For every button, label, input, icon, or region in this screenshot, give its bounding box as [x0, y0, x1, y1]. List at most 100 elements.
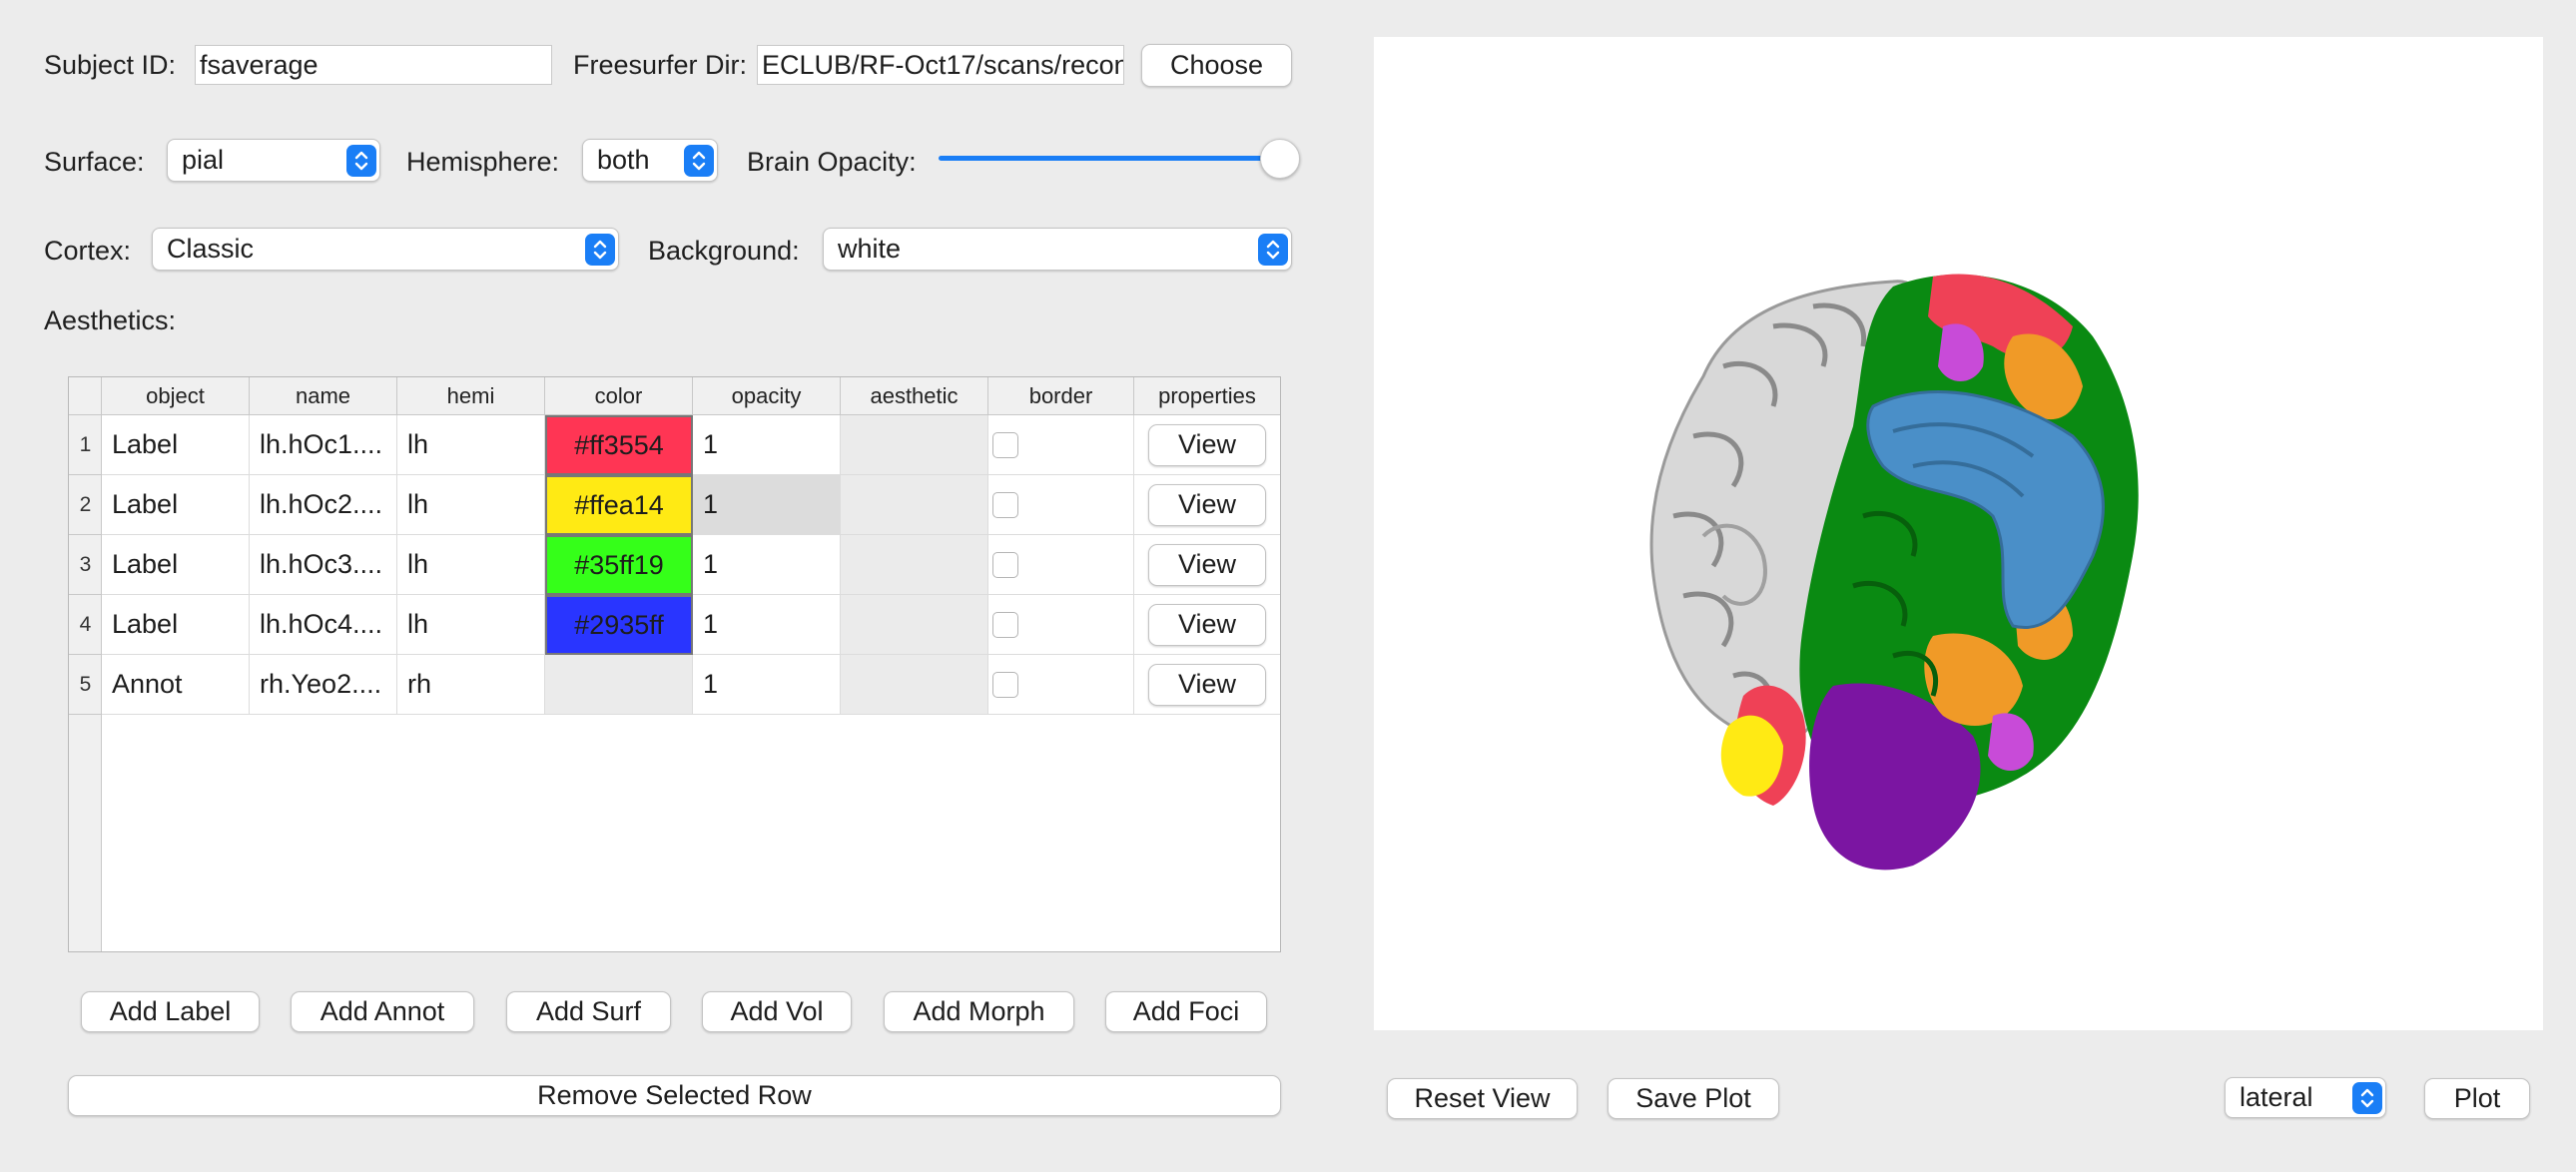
view-button[interactable]: View [1148, 603, 1266, 646]
border-checkbox[interactable] [992, 491, 1018, 518]
table-cell-hemi[interactable]: lh [397, 415, 545, 475]
color-swatch-cell[interactable]: #2935ff [545, 595, 693, 655]
table-cell-opacity[interactable]: 1 [693, 415, 841, 475]
row-number[interactable]: 4 [69, 595, 102, 655]
table-cell-properties: View [1134, 475, 1280, 535]
cortex-select[interactable]: Classic [152, 228, 619, 271]
table-cell-hemi[interactable]: lh [397, 475, 545, 535]
column-header-name[interactable]: name [250, 377, 397, 415]
table-cell-name[interactable]: lh.hOc4.... [250, 595, 397, 655]
table-cell-aesthetic[interactable] [841, 475, 988, 535]
column-header-properties[interactable]: properties [1134, 377, 1280, 415]
view-button[interactable]: View [1148, 663, 1266, 706]
column-header-border[interactable]: border [988, 377, 1134, 415]
brain-render-canvas[interactable] [1374, 37, 2543, 1030]
border-checkbox[interactable] [992, 671, 1018, 698]
remove-selected-row-button[interactable]: Remove Selected Row [68, 1075, 1281, 1116]
row-number[interactable]: 1 [69, 415, 102, 475]
table-cell-name[interactable]: rh.Yeo2.... [250, 655, 397, 715]
view-select-value: lateral [2240, 1082, 2313, 1112]
plot-button[interactable]: Plot [2424, 1078, 2530, 1119]
table-cell-name[interactable]: lh.hOc3.... [250, 535, 397, 595]
aesthetics-table[interactable]: object name hemi color opacity aesthetic… [68, 376, 1281, 952]
table-cell-properties: View [1134, 415, 1280, 475]
add-label-button[interactable]: Add Label [81, 991, 260, 1032]
surface-select-value: pial [182, 145, 225, 175]
add-foci-button[interactable]: Add Foci [1105, 991, 1267, 1032]
hemisphere-select-value: both [597, 145, 650, 175]
freesurfer-dir-input[interactable]: ECLUB/RF-Oct17/scans/recon [757, 45, 1124, 85]
table-cell-name[interactable]: lh.hOc1.... [250, 415, 397, 475]
background-select[interactable]: white [823, 228, 1292, 271]
table-cell-object[interactable]: Annot [102, 655, 250, 715]
surface-select[interactable]: pial [167, 139, 380, 182]
add-morph-button[interactable]: Add Morph [884, 991, 1074, 1032]
border-checkbox[interactable] [992, 431, 1018, 458]
hemisphere-select[interactable]: both [582, 139, 718, 182]
updown-arrows-icon [2352, 1081, 2382, 1114]
table-cell-aesthetic[interactable] [841, 655, 988, 715]
table-cell-aesthetic[interactable] [841, 535, 988, 595]
table-cell-hemi[interactable]: rh [397, 655, 545, 715]
table-cell-object[interactable]: Label [102, 595, 250, 655]
column-header-aesthetic[interactable]: aesthetic [841, 377, 988, 415]
row-number[interactable]: 5 [69, 655, 102, 715]
column-header-color[interactable]: color [545, 377, 693, 415]
choose-button[interactable]: Choose [1141, 44, 1292, 87]
table-cell-properties: View [1134, 595, 1280, 655]
brain-opacity-slider-track[interactable] [939, 156, 1284, 161]
save-plot-button[interactable]: Save Plot [1608, 1078, 1779, 1119]
color-swatch-cell[interactable]: #ff3554 [545, 415, 693, 475]
view-button[interactable]: View [1148, 423, 1266, 466]
cortex-select-value: Classic [167, 234, 255, 264]
subject-id-label: Subject ID: [44, 50, 177, 80]
table-cell-opacity[interactable]: 1 [693, 535, 841, 595]
table-cell-object[interactable]: Label [102, 475, 250, 535]
background-label: Background: [648, 236, 800, 266]
updown-arrows-icon [1258, 233, 1288, 266]
view-select[interactable]: lateral [2225, 1077, 2386, 1118]
table-cell-name[interactable]: lh.hOc2.... [250, 475, 397, 535]
color-swatch-cell[interactable]: #ffea14 [545, 475, 693, 535]
aesthetics-label: Aesthetics: [44, 305, 177, 335]
table-cell-hemi[interactable]: lh [397, 535, 545, 595]
table-cell-opacity[interactable]: 1 [693, 475, 841, 535]
freesurfer-dir-label: Freesurfer Dir: [573, 50, 748, 80]
table-cell-border [988, 595, 1134, 655]
add-vol-button[interactable]: Add Vol [702, 991, 852, 1032]
border-checkbox[interactable] [992, 551, 1018, 578]
add-annot-button[interactable]: Add Annot [291, 991, 474, 1032]
hemisphere-label: Hemisphere: [406, 147, 560, 177]
table-cell-border [988, 655, 1134, 715]
table-cell-properties: View [1134, 655, 1280, 715]
updown-arrows-icon [684, 144, 714, 177]
row-number[interactable]: 2 [69, 475, 102, 535]
color-swatch-cell[interactable]: #35ff19 [545, 535, 693, 595]
reset-view-button[interactable]: Reset View [1387, 1078, 1578, 1119]
surface-label: Surface: [44, 147, 145, 177]
brain-opacity-slider-knob[interactable] [1260, 139, 1300, 179]
table-cell-object[interactable]: Label [102, 535, 250, 595]
row-number[interactable]: 3 [69, 535, 102, 595]
table-cell-object[interactable]: Label [102, 415, 250, 475]
brain-opacity-label: Brain Opacity: [747, 147, 917, 177]
background-select-value: white [838, 234, 902, 264]
column-header-opacity[interactable]: opacity [693, 377, 841, 415]
table-cell-properties: View [1134, 535, 1280, 595]
table-corner [69, 377, 102, 415]
column-header-object[interactable]: object [102, 377, 250, 415]
cortex-label: Cortex: [44, 236, 132, 266]
add-surf-button[interactable]: Add Surf [506, 991, 671, 1032]
table-cell-hemi[interactable]: lh [397, 595, 545, 655]
column-header-hemi[interactable]: hemi [397, 377, 545, 415]
table-cell-opacity[interactable]: 1 [693, 595, 841, 655]
subject-id-input[interactable]: fsaverage [195, 45, 552, 85]
border-checkbox[interactable] [992, 611, 1018, 638]
table-cell-aesthetic[interactable] [841, 415, 988, 475]
table-cell-border [988, 535, 1134, 595]
view-button[interactable]: View [1148, 483, 1266, 526]
table-cell-opacity[interactable]: 1 [693, 655, 841, 715]
view-button[interactable]: View [1148, 543, 1266, 586]
color-swatch-cell[interactable] [545, 655, 693, 715]
table-cell-aesthetic[interactable] [841, 595, 988, 655]
